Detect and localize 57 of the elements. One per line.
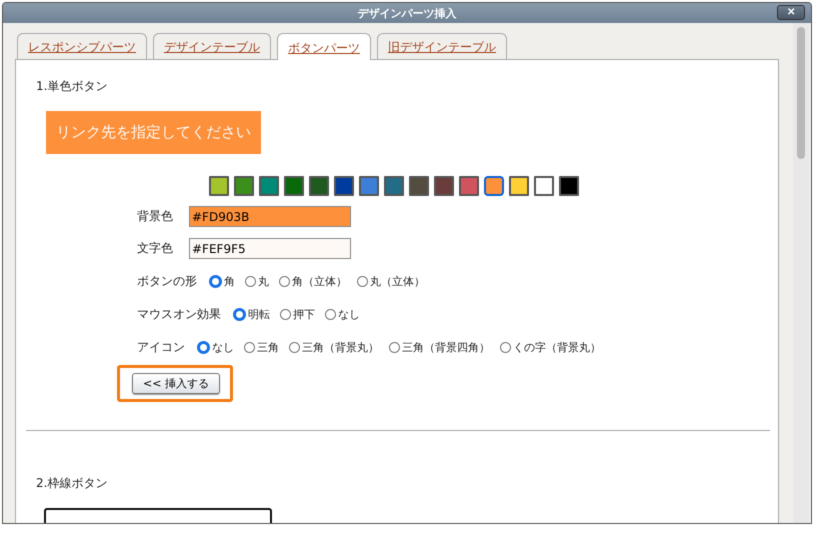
radio-label[interactable]: 三角（背景四角） [402,340,490,355]
radio-label[interactable]: 明転 [248,307,270,322]
color-swatch[interactable] [459,176,479,196]
tab[interactable]: 旧デザインテーブル [377,33,507,59]
radio-button[interactable] [244,342,255,353]
section-heading: 2.枠線ボタン [36,475,108,492]
scrollbar-thumb[interactable] [797,27,805,159]
color-input[interactable]: #FD903B [189,206,351,227]
color-swatch[interactable] [384,176,404,196]
radio-label[interactable]: 押下 [293,307,315,322]
color-swatch[interactable] [434,176,454,196]
radio-label[interactable]: 丸 [258,274,269,289]
color-swatch[interactable] [259,176,279,196]
field-label: 背景色 [137,208,174,225]
scrollbar[interactable] [793,23,809,523]
radio-label[interactable]: 角 [224,274,235,289]
radio-button[interactable] [280,309,291,320]
color-swatch[interactable] [284,176,304,196]
option-label: アイコン [137,339,185,356]
option-label: ボタンの形 [137,273,197,290]
radio-button[interactable] [325,309,336,320]
option-label: マウスオン効果 [137,306,221,323]
radio-button[interactable] [279,276,290,287]
radio-label[interactable]: 丸（立体） [370,274,425,289]
window-title: デザインパーツ挿入 [358,6,456,20]
radio-label[interactable]: なし [212,340,234,355]
tab[interactable]: ボタンパーツ [277,33,371,60]
tab[interactable]: レスポンシブパーツ [17,33,147,59]
section-heading: 1.単色ボタン [36,78,108,95]
color-swatch[interactable] [209,176,229,196]
field-label: 文字色 [137,240,174,257]
color-swatch[interactable] [409,176,429,196]
radio-button[interactable] [245,276,256,287]
tab[interactable]: デザインテーブル [153,33,271,59]
radio-button[interactable] [209,275,222,288]
radio-button[interactable] [233,308,246,321]
radio-button[interactable] [500,342,511,353]
color-swatch[interactable] [534,176,554,196]
radio-button[interactable] [389,342,400,353]
radio-button[interactable] [289,342,300,353]
radio-label[interactable]: 三角 [257,340,279,355]
radio-label[interactable]: なし [338,307,360,322]
insert-button[interactable]: << 挿入する [132,373,220,394]
radio-button[interactable] [357,276,368,287]
radio-label[interactable]: 角（立体） [292,274,347,289]
radio-label[interactable]: 三角（背景丸） [302,340,379,355]
radio-button[interactable] [197,341,210,354]
color-swatch[interactable] [509,176,529,196]
color-swatch[interactable] [309,176,329,196]
color-swatch[interactable] [359,176,379,196]
color-swatch[interactable] [484,176,504,196]
color-input[interactable]: #FEF9F5 [189,238,351,259]
color-swatch[interactable] [234,176,254,196]
color-swatch[interactable] [559,176,579,196]
radio-label[interactable]: くの字（背景丸） [513,340,601,355]
color-swatch[interactable] [334,176,354,196]
close-button[interactable]: ✕ [777,5,805,20]
